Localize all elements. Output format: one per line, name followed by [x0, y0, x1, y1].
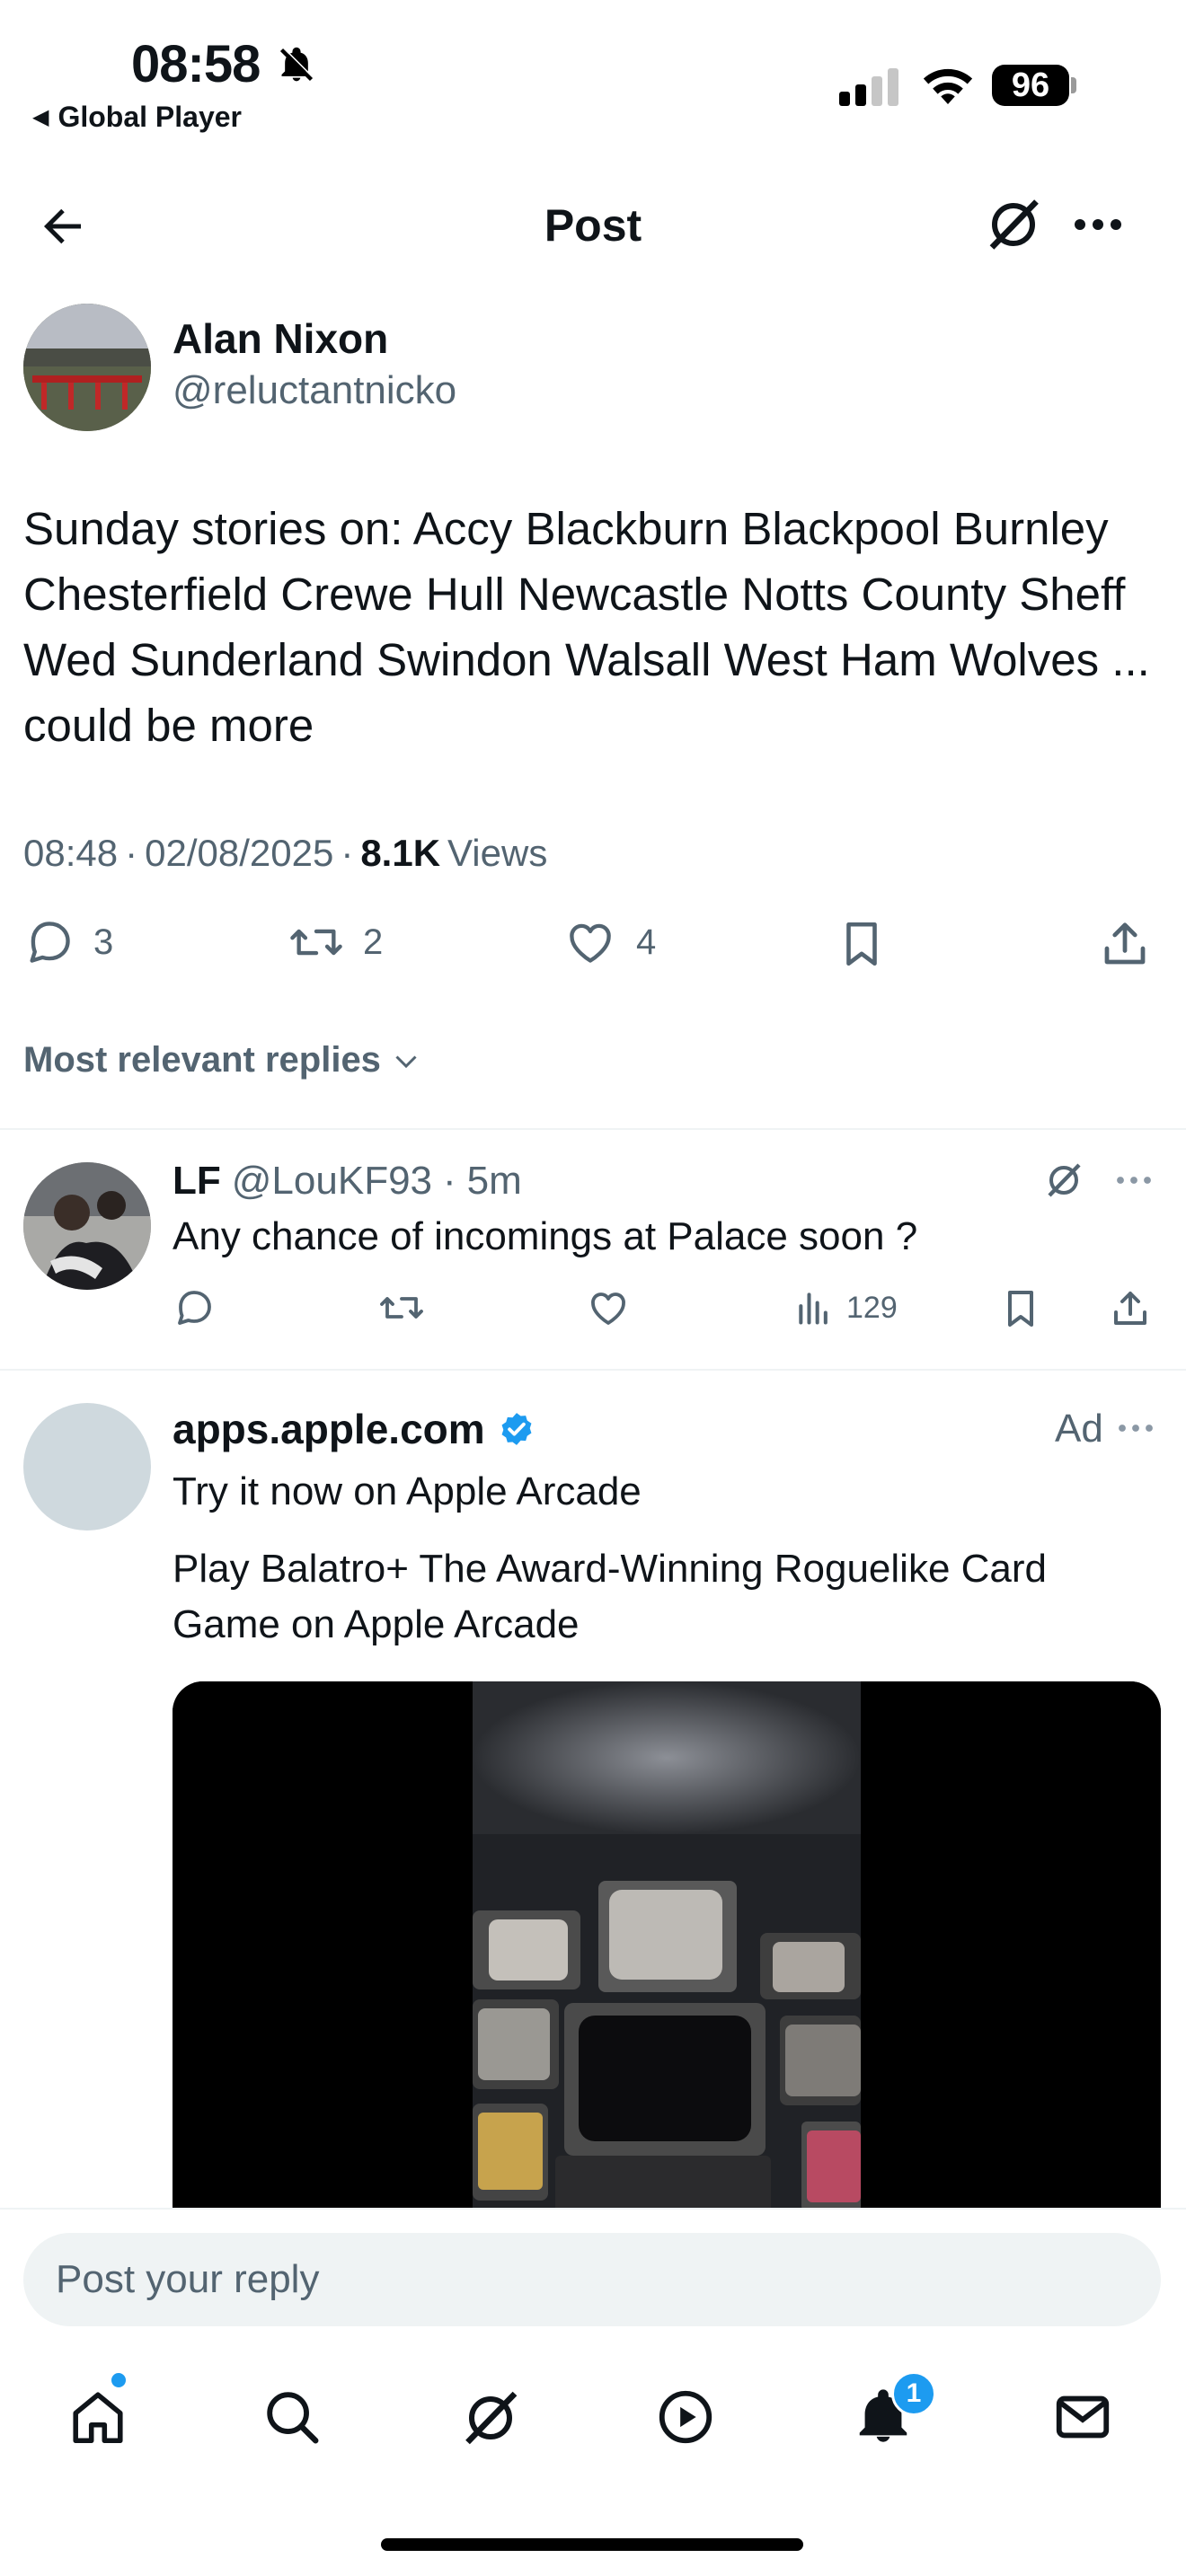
views-icon: [794, 1286, 834, 1329]
replies-sort-label: Most relevant replies: [23, 1040, 381, 1080]
reply-reply-button[interactable]: [173, 1286, 216, 1329]
reply-bookmark-button[interactable]: [999, 1286, 1042, 1331]
like-count: 4: [636, 922, 657, 962]
search-icon: [261, 2386, 323, 2448]
signal-icon: [839, 66, 900, 106]
bell-slash-icon: [277, 45, 316, 84]
meta-separator: ·: [125, 832, 138, 874]
reply-views-count: 129: [846, 1290, 898, 1325]
reply-author-handle[interactable]: @LouKF93: [232, 1159, 432, 1204]
bookmark-button[interactable]: [836, 916, 888, 972]
chevron-down-icon: [390, 1045, 422, 1077]
post-actions: 3 2 4: [23, 916, 1163, 979]
reply-composer-placeholder: Post your reply: [56, 2257, 320, 2301]
reply-text: Any chance of incomings at Palace soon ?: [173, 1214, 918, 1258]
post-date: 02/08/2025: [145, 832, 334, 874]
reply-more-icon[interactable]: [1112, 1164, 1155, 1196]
reply-repost-button[interactable]: [377, 1286, 426, 1329]
grok-nav-icon: [458, 2386, 523, 2450]
author-name[interactable]: Alan Nixon: [173, 314, 388, 363]
post-meta: 08:48 · 02/08/2025 · 8.1K Views: [23, 832, 547, 875]
video-icon: [654, 2386, 717, 2448]
ad-account[interactable]: apps.apple.com: [173, 1405, 535, 1453]
ad-label: Ad: [1055, 1407, 1103, 1451]
like-button[interactable]: 4: [562, 916, 656, 968]
reply-avatar[interactable]: [23, 1162, 151, 1290]
share-icon: [1109, 1286, 1152, 1331]
reply-count: 3: [93, 922, 114, 962]
grok-icon[interactable]: [981, 192, 1046, 257]
reply-grok-icon[interactable]: [1042, 1159, 1085, 1202]
reply-icon: [173, 1286, 216, 1329]
like-icon: [586, 1286, 631, 1329]
status-time: 08:58: [131, 35, 261, 93]
repost-icon: [377, 1286, 426, 1329]
ad-account-name: apps.apple.com: [173, 1406, 485, 1452]
nav-grok[interactable]: [458, 2386, 523, 2450]
reply-composer-input[interactable]: Post your reply: [23, 2233, 1161, 2326]
like-icon: [562, 916, 618, 968]
reply-age: 5m: [466, 1159, 522, 1203]
battery-tip: [1071, 77, 1076, 93]
nav-video[interactable]: [654, 2386, 717, 2448]
ad-headline: Try it now on Apple Arcade: [173, 1469, 642, 1513]
home-icon: [66, 2386, 129, 2448]
post-text: Sunday stories on: Accy Blackburn Blackp…: [23, 503, 1150, 751]
repost-button[interactable]: 2: [288, 916, 383, 968]
back-to-app-link[interactable]: ◀ Global Player: [32, 101, 242, 134]
reply-icon: [23, 916, 75, 968]
ad-video[interactable]: [173, 1681, 1161, 2220]
battery-indicator: 96: [992, 65, 1069, 106]
repost-count: 2: [363, 922, 384, 962]
nav-search[interactable]: [261, 2386, 323, 2448]
reply-share-button[interactable]: [1109, 1286, 1152, 1331]
ad-description: Play Balatro+ The Award-Winning Roguelik…: [173, 1547, 1048, 1646]
repost-icon: [288, 916, 345, 968]
views-label[interactable]: Views: [447, 832, 547, 875]
share-icon: [1098, 916, 1152, 972]
ad-avatar[interactable]: [23, 1403, 151, 1531]
wifi-icon: [920, 63, 976, 106]
author-handle[interactable]: @reluctantnicko: [173, 368, 456, 413]
meta-separator: ·: [341, 832, 354, 874]
reply-author-name[interactable]: LF: [173, 1159, 221, 1204]
home-unread-dot: [110, 2371, 128, 2389]
post-time: 08:48: [23, 832, 119, 874]
bookmark-icon: [999, 1286, 1042, 1331]
ad-more-icon[interactable]: [1114, 1412, 1157, 1444]
notifications-badge: 1: [891, 2371, 936, 2416]
nav-home[interactable]: [66, 2386, 129, 2448]
replies-sort-dropdown[interactable]: Most relevant replies: [23, 1040, 422, 1081]
views-count: 8.1K: [360, 832, 441, 874]
divider: [0, 1128, 1186, 1130]
share-button[interactable]: [1098, 916, 1152, 972]
back-app-label: Global Player: [58, 101, 242, 133]
home-indicator[interactable]: [381, 2538, 803, 2551]
reply-views-button[interactable]: 129: [794, 1286, 898, 1329]
reply-button[interactable]: 3: [23, 916, 113, 968]
reply-header: LF @LouKF93 · 5m: [173, 1159, 522, 1204]
verified-icon: [498, 1410, 535, 1448]
nav-messages[interactable]: [1051, 2386, 1114, 2448]
divider: [0, 1369, 1186, 1371]
bookmark-icon: [836, 916, 888, 972]
reply-like-button[interactable]: [586, 1286, 631, 1329]
messages-icon: [1051, 2386, 1114, 2448]
author-avatar[interactable]: [23, 304, 151, 431]
more-icon[interactable]: [1069, 203, 1127, 246]
back-triangle-icon: ◀: [32, 105, 49, 129]
meta-separator: ·: [443, 1159, 456, 1203]
